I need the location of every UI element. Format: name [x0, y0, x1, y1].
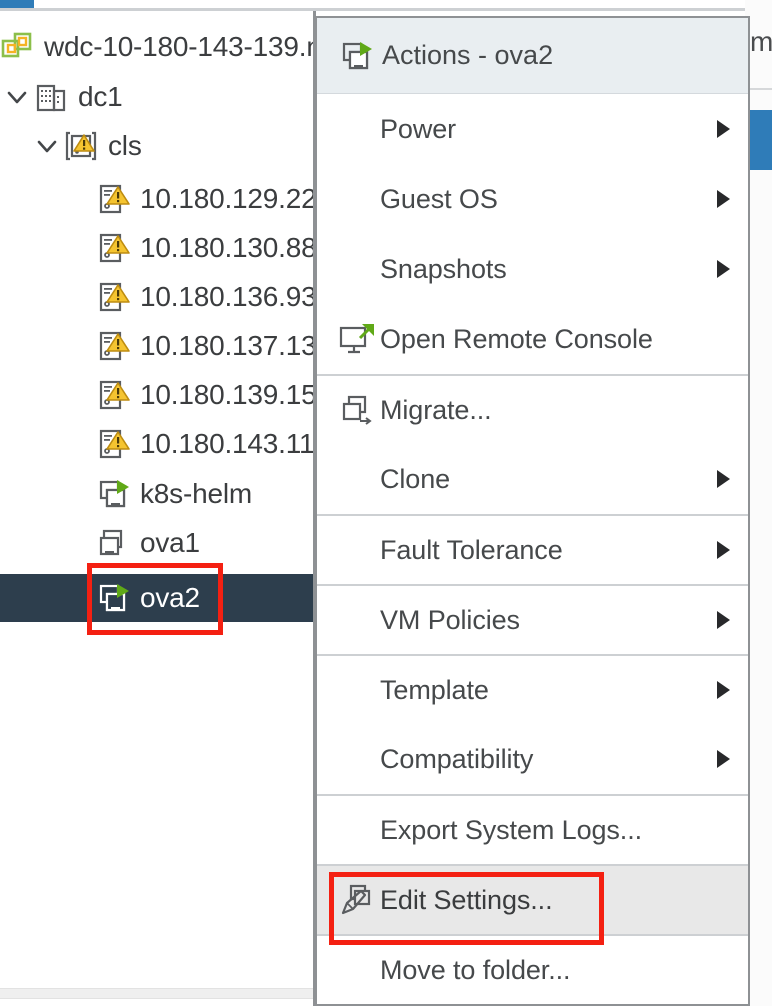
menu-item-snapshots[interactable]: Snapshots — [317, 234, 748, 304]
tree-horizontal-scrollbar-outer[interactable] — [0, 998, 313, 1006]
tree-item-label: dc1 — [78, 81, 123, 112]
menu-item-vm-policies[interactable]: VM Policies — [317, 584, 748, 654]
host-warning-icon — [96, 378, 132, 412]
tree-item-cls[interactable]: cls — [0, 122, 142, 170]
tree-item-label: ova1 — [140, 527, 200, 558]
menu-item-label: Open Remote Console — [380, 323, 653, 354]
submenu-arrow-icon — [717, 260, 730, 278]
menu-item-power[interactable]: Power — [317, 94, 748, 164]
menu-item-label: Edit Settings... — [380, 884, 553, 915]
right-panel-divider — [747, 88, 772, 90]
context-menu-title: Actions - ova2 — [382, 40, 554, 70]
host-warning-icon — [96, 280, 132, 314]
actions-context-menu[interactable]: Actions - ova2 Power Guest OS Snapshots Open… — [315, 16, 750, 1006]
host-warning-icon — [96, 231, 132, 265]
host-warning-icon — [96, 427, 132, 461]
tree-item-10-180-137-13[interactable]: 10.180.137.13 — [0, 322, 315, 370]
submenu-arrow-icon — [717, 120, 730, 138]
remote-console-icon — [334, 322, 380, 356]
menu-item-label: Fault Tolerance — [380, 534, 563, 565]
tree-item-10-180-143-112[interactable]: 10.180.143.112 — [0, 420, 315, 468]
menu-item-label: VM Policies — [380, 604, 520, 635]
tree-item-label: wdc-10-180-143-139.n — [44, 31, 315, 62]
host-warning-icon — [96, 182, 132, 216]
submenu-arrow-icon — [717, 470, 730, 488]
menu-item-label: Snapshots — [380, 253, 507, 284]
menu-item-label: Guest OS — [380, 183, 498, 214]
vsphere-client-screen: wdc-10-180-143-139.n dc1 cls 10.180.129.224… — [0, 0, 772, 1006]
right-panel-clipped-text: mr — [750, 26, 772, 57]
right-panel-primary-button[interactable] — [748, 110, 772, 170]
menu-item-label: Compatibility — [380, 743, 534, 774]
menu-item-clone[interactable]: Clone — [317, 444, 748, 514]
tree-item-10-180-129-224[interactable]: 10.180.129.224 — [0, 175, 315, 223]
chevron-down-icon[interactable] — [0, 84, 34, 110]
menu-item-edit-settings[interactable]: Edit Settings... — [317, 864, 748, 934]
menu-item-label: Power — [380, 113, 457, 144]
tree-item-dc1[interactable]: dc1 — [0, 73, 123, 121]
menu-item-label: Clone — [380, 463, 451, 494]
tree-item-ova2[interactable]: ova2 — [0, 574, 315, 622]
vcenter-icon — [0, 30, 36, 64]
submenu-arrow-icon — [717, 681, 730, 699]
edit-settings-icon — [334, 883, 380, 917]
tree-item-label: 10.180.137.13 — [140, 330, 315, 361]
menu-item-template[interactable]: Template — [317, 654, 748, 724]
tree-item-label: 10.180.139.157 — [140, 379, 315, 410]
tree-item-label: 10.180.143.112 — [140, 428, 315, 459]
tree-item-10-180-136-93[interactable]: 10.180.136.93 — [0, 273, 315, 321]
context-menu-header: Actions - ova2 — [317, 18, 748, 94]
migrate-icon — [334, 393, 380, 427]
menu-item-open-remote-console[interactable]: Open Remote Console — [317, 304, 748, 374]
menu-item-compatibility[interactable]: Compatibility — [317, 724, 748, 794]
chevron-down-icon[interactable] — [30, 133, 64, 159]
submenu-arrow-icon — [717, 541, 730, 559]
inventory-tree[interactable]: wdc-10-180-143-139.n dc1 cls 10.180.129.224… — [0, 11, 315, 991]
menu-item-label: Move to folder... — [380, 954, 571, 985]
tree-item-ova1[interactable]: ova1 — [0, 519, 200, 567]
menu-item-label: Migrate... — [380, 394, 492, 425]
menu-item-export-system-logs[interactable]: Export System Logs... — [317, 794, 748, 864]
tree-item-10-180-139-157[interactable]: 10.180.139.157 — [0, 371, 315, 419]
tree-item-label: 10.180.129.224 — [140, 183, 315, 214]
menu-item-label: Template — [380, 674, 489, 705]
tree-item-label: 10.180.136.93 — [140, 281, 315, 312]
tree-item-label: k8s-helm — [140, 478, 252, 509]
tree-item-wdc-10-180-143-139-n[interactable]: wdc-10-180-143-139.n — [0, 23, 315, 71]
menu-item-fault-tolerance[interactable]: Fault Tolerance — [317, 514, 748, 584]
vm-powered-off-icon — [96, 526, 132, 560]
submenu-arrow-icon — [717, 750, 730, 768]
vm-powered-on-icon — [96, 581, 132, 615]
tree-item-label: 10.180.130.88 — [140, 232, 315, 263]
vm-powered-on-icon — [334, 39, 380, 73]
tree-item-10-180-130-88[interactable]: 10.180.130.88 — [0, 224, 315, 272]
menu-item-label: Export System Logs... — [380, 814, 643, 845]
host-warning-icon — [96, 329, 132, 363]
menu-item-guest-os[interactable]: Guest OS — [317, 164, 748, 234]
tree-item-k8s-helm[interactable]: k8s-helm — [0, 470, 252, 518]
submenu-arrow-icon — [717, 190, 730, 208]
vm-powered-on-icon — [96, 477, 132, 511]
submenu-arrow-icon — [717, 611, 730, 629]
menu-item-migrate[interactable]: Migrate... — [317, 374, 748, 444]
cluster-warning-icon — [64, 129, 100, 163]
tree-item-label: cls — [108, 130, 142, 161]
datacenter-icon — [34, 80, 70, 114]
menu-item-move-to-folder[interactable]: Move to folder... — [317, 934, 748, 1004]
tree-item-label: ova2 — [140, 582, 200, 613]
